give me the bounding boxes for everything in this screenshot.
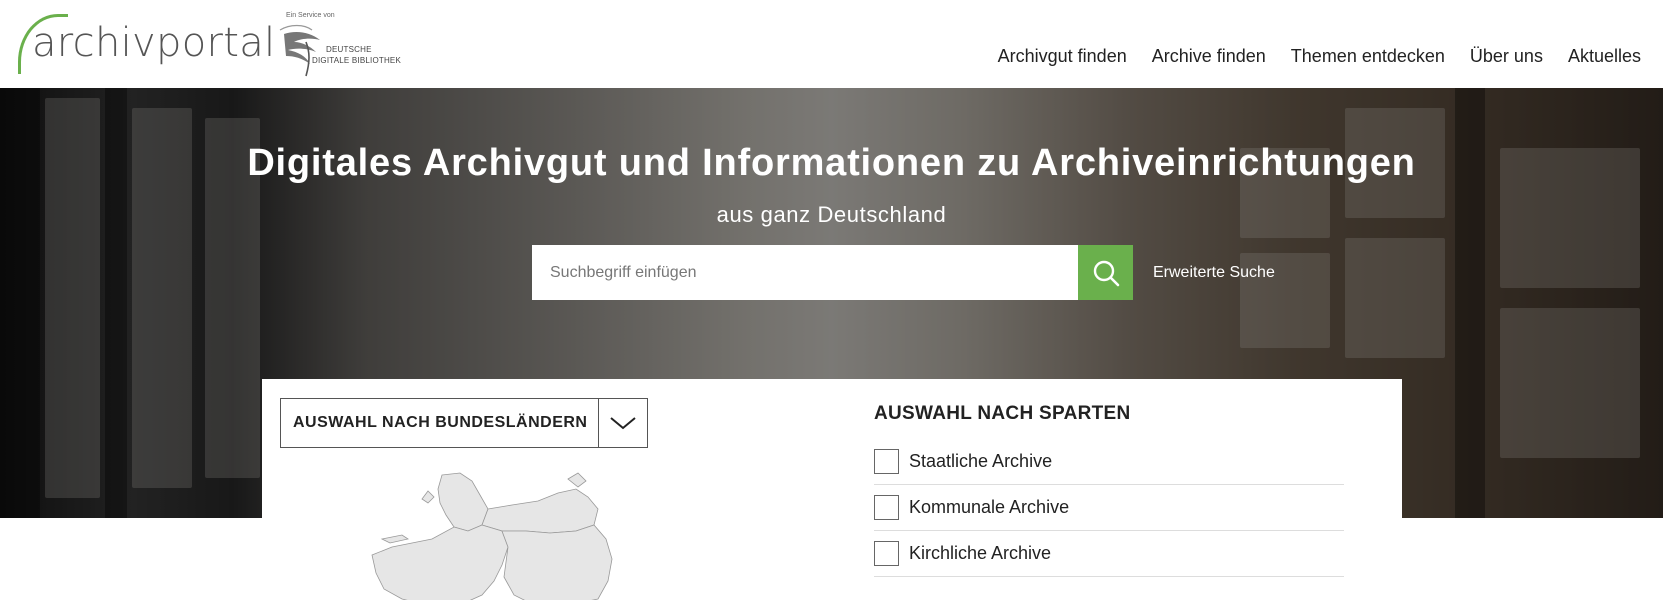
search-input[interactable] (532, 245, 1078, 300)
checkbox-staatliche[interactable] (874, 449, 899, 474)
hero-subtitle: aus ganz Deutschland (716, 202, 947, 227)
map-region-mecklenburg[interactable] (481, 488, 599, 534)
map-region-niedersachsen[interactable] (371, 524, 509, 600)
main-nav: Archivgut finden Archive finden Themen e… (973, 46, 1641, 67)
sparten-title: AUSWAHL NACH SPARTEN (874, 403, 1131, 424)
bundeslaender-select[interactable]: AUSWAHL NACH BUNDESLÄNDERN (280, 398, 648, 448)
map-island (380, 534, 410, 544)
map-region-brandenburg[interactable] (501, 524, 613, 600)
nav-archivgut-finden[interactable]: Archivgut finden (998, 46, 1127, 67)
ddb-logo[interactable]: Ein Service von DEUTSCHE DIGITALE BIBLIO… (276, 12, 416, 77)
chevron-down-icon (610, 417, 636, 430)
search-bar: Erweiterte Suche (532, 245, 1275, 300)
ddb-name-line2: DIGITALE BIBLIOTHEK (312, 56, 402, 65)
hero-title: Digitales Archivgut und Informationen zu… (247, 142, 1416, 184)
site-header: archivportal Ein Service von DEUTSCHE DI… (0, 0, 1663, 88)
checkbox-kommunale[interactable] (874, 495, 899, 520)
nav-ueber-uns[interactable]: Über uns (1470, 46, 1543, 67)
archivportal-logo[interactable]: archivportal (18, 12, 275, 74)
sparten-item-kommunale[interactable]: Kommunale Archive (874, 485, 1344, 531)
search-button[interactable] (1078, 245, 1133, 300)
ddb-name-line1: DEUTSCHE (326, 45, 372, 54)
germany-map[interactable] (362, 469, 632, 600)
sparten-item-label: Kirchliche Archive (909, 543, 1052, 563)
select-arrow[interactable] (598, 399, 647, 447)
sparten-section: AUSWAHL NACH SPARTEN Staatliche Archive … (874, 403, 1344, 577)
logo-text: archivportal (32, 20, 276, 66)
sparten-item-label: Kommunale Archive (909, 497, 1070, 517)
map-island (421, 490, 435, 504)
search-icon (1093, 260, 1119, 286)
bundeslaender-select-label: AUSWAHL NACH BUNDESLÄNDERN (293, 414, 588, 431)
nav-themen-entdecken[interactable]: Themen entdecken (1291, 46, 1445, 67)
selection-panel: AUSWAHL NACH BUNDESLÄNDERN AUSWAHL NACH … (262, 379, 1402, 600)
nav-archive-finden[interactable]: Archive finden (1152, 46, 1266, 67)
sparten-item-kirchliche[interactable]: Kirchliche Archive (874, 531, 1344, 577)
checkbox-kirchliche[interactable] (874, 541, 899, 566)
ddb-name: DEUTSCHE DIGITALE BIBLIOTHEK (312, 44, 401, 66)
sparten-item-label: Staatliche Archive (909, 451, 1053, 471)
map-region-schleswig-holstein[interactable] (437, 472, 489, 532)
sparten-item-staatliche[interactable]: Staatliche Archive (874, 439, 1344, 485)
ddb-service-text: Ein Service von (286, 12, 335, 19)
nav-aktuelles[interactable]: Aktuelles (1568, 46, 1641, 67)
map-island (567, 472, 587, 488)
advanced-search-link[interactable]: Erweiterte Suche (1153, 264, 1275, 282)
